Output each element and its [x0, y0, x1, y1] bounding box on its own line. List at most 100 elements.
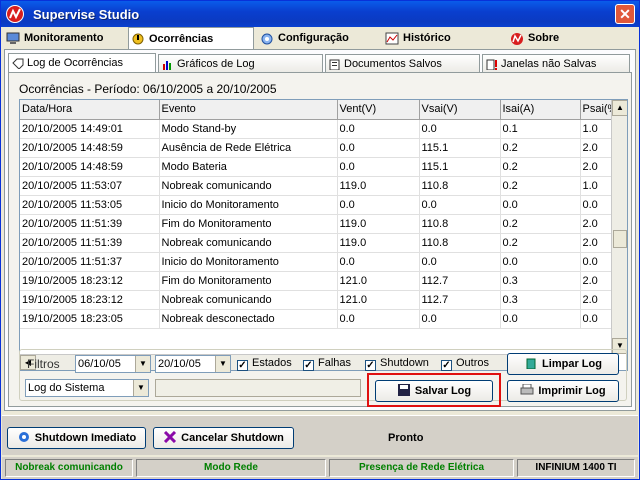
shutdown-now-button[interactable]: Shutdown Imediato [7, 427, 146, 449]
table-row[interactable]: 20/10/2005 14:48:59 Modo Bateria 0.0 115.1 0… [20, 157, 620, 177]
date-from-picker[interactable]: 06/10/05 ▼ [75, 355, 151, 373]
table-cell: 0.3 [500, 271, 581, 291]
table-row[interactable]: 20/10/2005 14:48:59 Ausência de Rede Elét… [20, 138, 620, 158]
table-cell: 121.0 [337, 290, 420, 310]
table-cell: 0.2 [500, 176, 581, 196]
checkbox-outros[interactable]: ✓ Outros [441, 357, 489, 371]
clear-log-button[interactable]: Limpar Log [507, 353, 619, 375]
tab-configuracao[interactable]: Configuração [258, 29, 378, 49]
cancel-shutdown-button[interactable]: Cancelar Shutdown [153, 427, 294, 449]
table-row[interactable]: 19/10/2005 18:23:12 Fim do Monitoramento 1… [20, 271, 620, 291]
checkbox-falhas[interactable]: ✓ Falhas [303, 357, 351, 371]
window-title: Supervise Studio [33, 7, 140, 22]
table-cell: 121.0 [337, 271, 420, 291]
subtab-log-ocorrencias[interactable]: Log de Ocorrências [8, 53, 156, 73]
table-cell: 112.7 [419, 271, 501, 291]
app-window: Supervise Studio ✕ Monitoramento Ocorrên… [0, 0, 640, 480]
log-source-value: Log do Sistema [28, 382, 105, 394]
events-grid[interactable]: Data/Hora Evento Vent(V) Vsai(V) Isai(A)… [19, 99, 628, 371]
tab-label: Sobre [528, 32, 560, 44]
table-cell: Nobreak comunicando [159, 233, 338, 253]
table-row[interactable]: 19/10/2005 18:23:05 Nobreak desconectado 0… [20, 309, 620, 329]
printer-icon [520, 383, 534, 395]
button-label: Shutdown Imediato [34, 432, 137, 444]
print-log-button[interactable]: Imprimir Log [507, 380, 619, 402]
period-label: Ocorrências - Período: 06/10/2005 a 20/1… [19, 82, 277, 96]
title-bar[interactable]: Supervise Studio ✕ [1, 1, 639, 27]
subtab-janelas-nao-salvas[interactable]: Janelas não Salvas [482, 54, 630, 72]
subtab-graficos-log[interactable]: Gráficos de Log [158, 54, 323, 72]
table-cell: 0.0 [419, 119, 501, 139]
bar-chart-icon [162, 58, 174, 70]
table-row[interactable]: 20/10/2005 11:51:39 Fim do Monitoramento 1… [20, 214, 620, 234]
col-header[interactable]: Data/Hora [20, 100, 160, 120]
table-cell: Modo Bateria [159, 157, 338, 177]
close-button[interactable]: ✕ [615, 4, 635, 24]
document-icon [329, 58, 341, 71]
floppy-disk-icon [397, 383, 411, 396]
col-header[interactable]: Vent(V) [337, 100, 420, 120]
save-log-button[interactable]: Salvar Log [375, 380, 493, 402]
subtab-documentos-salvos[interactable]: Documentos Salvos [325, 54, 480, 72]
tab-sobre[interactable]: Sobre [508, 29, 628, 49]
table-cell: 0.0 [419, 195, 501, 215]
table-cell: 115.1 [419, 138, 501, 158]
checkbox-label: Outros [456, 357, 490, 369]
table-row[interactable]: 20/10/2005 11:51:39 Nobreak comunicando 11… [20, 233, 620, 253]
table-cell: Ausência de Rede Elétrica [159, 138, 338, 158]
table-cell: 110.8 [419, 214, 501, 234]
checkmark-icon: ✓ [365, 360, 376, 371]
tab-label: Monitoramento [24, 32, 104, 44]
log-path-field [155, 379, 361, 397]
table-cell: Nobreak comunicando [159, 290, 338, 310]
table-row[interactable]: 19/10/2005 18:23:12 Nobreak comunicando 12… [20, 290, 620, 310]
vertical-scrollbar[interactable]: ▲ ▼ [611, 100, 627, 354]
table-cell: 0.0 [337, 309, 420, 329]
checkbox-shutdown[interactable]: ✓ Shutdown [365, 357, 429, 371]
chart-icon [385, 32, 399, 45]
cancel-x-icon [163, 430, 177, 444]
ocorrencias-panel: Log de Ocorrências Gráficos de Log Docum… [4, 49, 636, 411]
button-label: Imprimir Log [538, 385, 606, 397]
action-bar: Shutdown Imediato Cancelar Shutdown Pron… [2, 415, 638, 455]
col-header[interactable]: Vsai(V) [419, 100, 501, 120]
status-mode: Modo Rede [136, 459, 326, 477]
log-source-select[interactable]: Log do Sistema ▼ [25, 379, 149, 397]
table-cell: 20/10/2005 11:51:39 [20, 233, 160, 253]
table-row[interactable]: 20/10/2005 11:53:07 Nobreak comunicando 11… [20, 176, 620, 196]
date-from-value: 06/10/05 [78, 358, 121, 370]
table-row[interactable]: 20/10/2005 11:51:37 Inicio do Monitoramen… [20, 252, 620, 272]
status-bar: Nobreak comunicando Modo Rede Presença d… [2, 457, 638, 479]
scroll-thumb[interactable] [613, 230, 627, 248]
chevron-down-icon[interactable]: ▼ [215, 356, 230, 372]
table-cell: 0.0 [337, 252, 420, 272]
table-cell: 20/10/2005 11:51:39 [20, 214, 160, 234]
table-row[interactable]: 20/10/2005 11:53:05 Inicio do Monitoramen… [20, 195, 620, 215]
date-to-picker[interactable]: 20/10/05 ▼ [155, 355, 231, 373]
monitor-icon [6, 32, 20, 45]
events-table: Data/Hora Evento Vent(V) Vsai(V) Isai(A)… [20, 100, 620, 329]
tab-historico[interactable]: Histórico [383, 29, 503, 49]
col-header[interactable]: Evento [159, 100, 338, 120]
table-cell: 110.8 [419, 176, 501, 196]
scroll-up-button[interactable]: ▲ [612, 100, 627, 116]
status-model: INFINIUM 1400 TI [517, 459, 635, 477]
chevron-down-icon[interactable]: ▼ [135, 356, 150, 372]
table-row[interactable]: 20/10/2005 14:49:01 Modo Stand-by 0.0 0.0 0.… [20, 119, 620, 139]
table-cell: 20/10/2005 14:48:59 [20, 157, 160, 177]
table-cell: 20/10/2005 14:48:59 [20, 138, 160, 158]
table-cell: 19/10/2005 18:23:12 [20, 290, 160, 310]
tab-monitoramento[interactable]: Monitoramento [4, 29, 124, 49]
table-cell: 0.3 [500, 290, 581, 310]
col-header[interactable]: Isai(A) [500, 100, 581, 120]
table-cell: 0.1 [500, 119, 581, 139]
table-cell: 119.0 [337, 214, 420, 234]
checkbox-label: Shutdown [380, 357, 429, 369]
tab-ocorrencias[interactable]: Ocorrências [128, 27, 254, 49]
checkbox-estados[interactable]: ✓ Estados [237, 357, 292, 371]
about-logo-icon [510, 32, 524, 45]
subtab-label: Janelas não Salvas [501, 58, 597, 70]
table-cell: 20/10/2005 14:49:01 [20, 119, 160, 139]
chevron-down-icon[interactable]: ▼ [133, 380, 148, 396]
checkmark-icon: ✓ [441, 360, 452, 371]
